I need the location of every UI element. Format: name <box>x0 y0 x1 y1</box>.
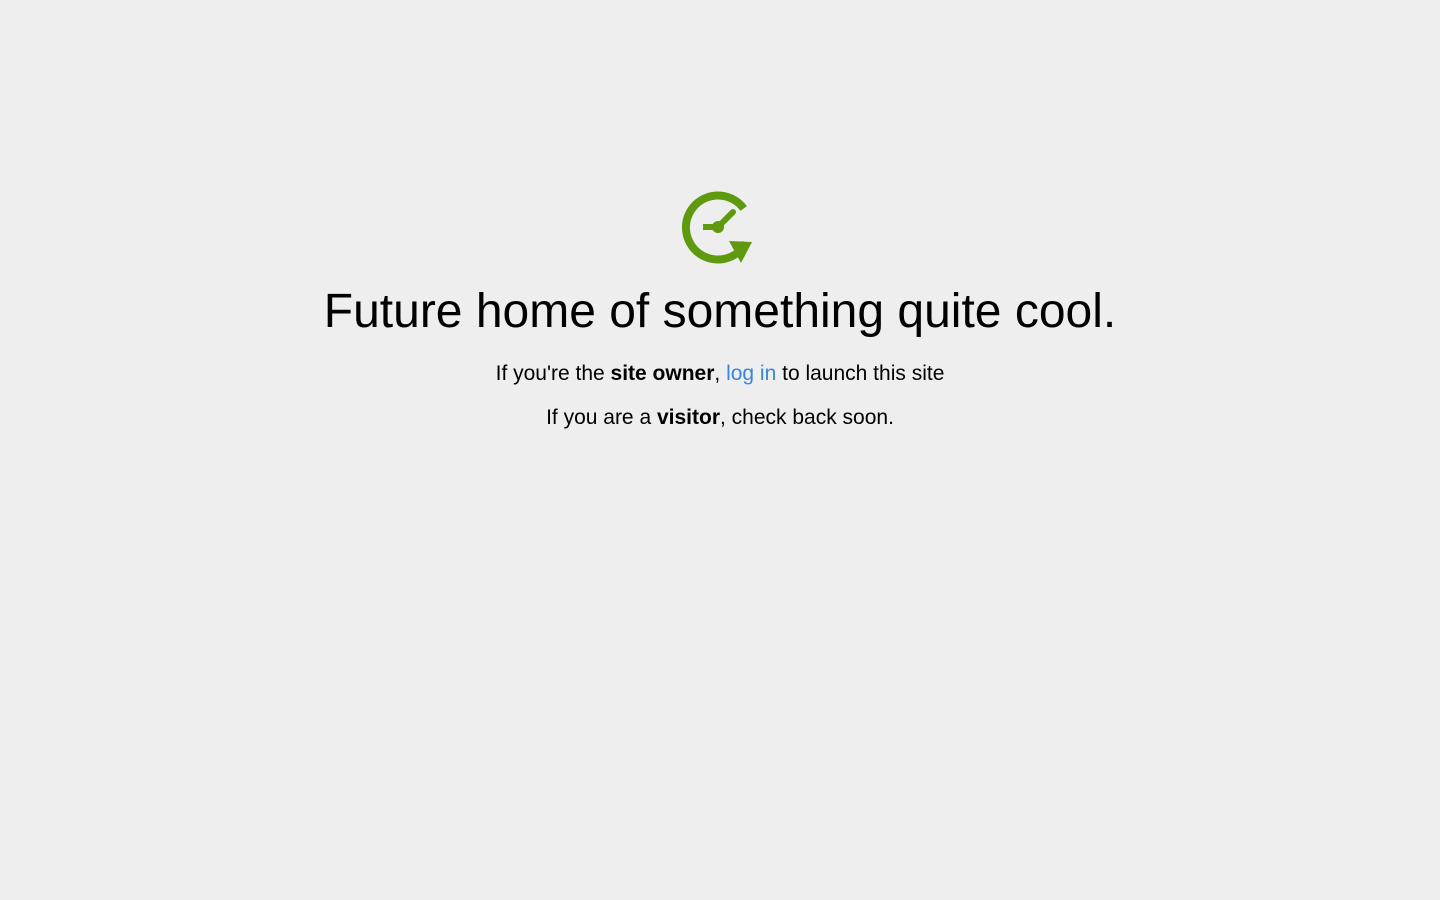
visitor-message-bold: visitor <box>656 406 720 429</box>
owner-message-suffix: to launch this site <box>776 362 945 385</box>
owner-message-bold: site owner <box>610 362 715 385</box>
page: Future home of something quite cool. If … <box>0 0 1440 900</box>
owner-message-comma: , <box>714 362 727 385</box>
visitor-message-prefix: If you are a <box>546 406 657 429</box>
clock-refresh-icon <box>682 191 752 264</box>
placeholder-content: Future home of something quite cool. If … <box>0 190 1440 432</box>
login-link[interactable]: log in <box>726 362 776 385</box>
owner-message-prefix: If you're the <box>495 362 611 385</box>
visitor-message: If you are a visitor, check back soon. <box>0 404 1440 432</box>
page-title: Future home of something quite cool. <box>323 285 1117 338</box>
owner-message: If you're the site owner, log in to laun… <box>0 360 1440 388</box>
visitor-message-suffix: , check back soon. <box>720 406 894 429</box>
